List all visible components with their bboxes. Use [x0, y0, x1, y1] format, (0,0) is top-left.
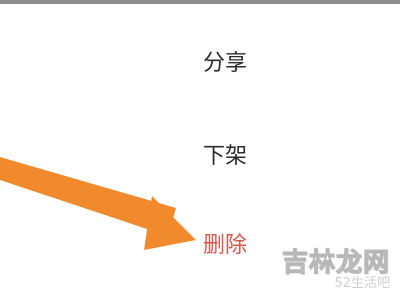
- watermark-sub-text: 52生活吧: [334, 276, 390, 291]
- watermark: 吉林龙网 52生活吧: [281, 248, 390, 292]
- unlist-menu-item[interactable]: 下架: [160, 135, 290, 179]
- annotation-arrow-shaft: [0, 157, 176, 236]
- action-sheet: 分享 下架 删除 吉林龙网 52生活吧: [0, 0, 400, 300]
- delete-menu-item[interactable]: 删除: [160, 224, 290, 268]
- share-menu-item[interactable]: 分享: [160, 42, 290, 86]
- top-divider: [0, 0, 400, 4]
- watermark-main-text: 吉林龙网: [281, 248, 390, 279]
